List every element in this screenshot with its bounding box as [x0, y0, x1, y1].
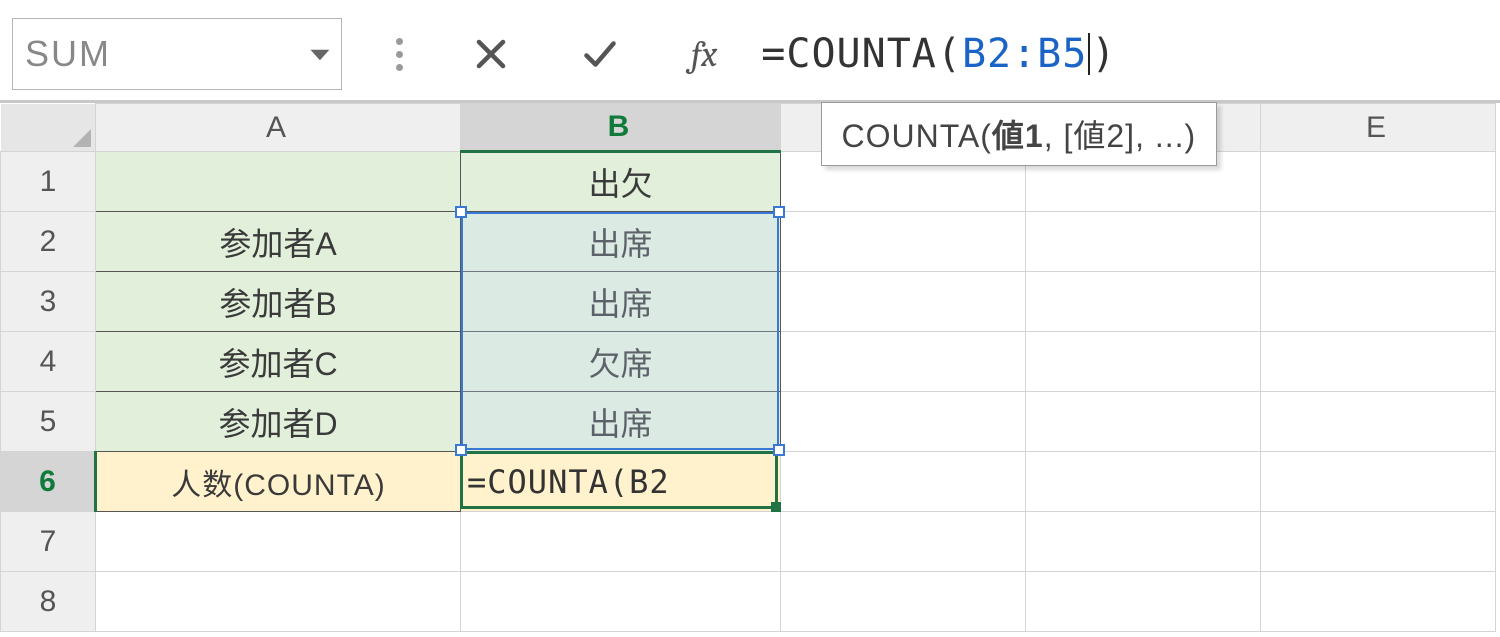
- function-argument-tooltip[interactable]: COUNTA(値1, [値2], ...): [821, 102, 1218, 166]
- row-header-2[interactable]: 2: [1, 212, 96, 272]
- table-row: 5 参加者D 出席: [1, 392, 1496, 452]
- formula-bar-buttons: fx: [366, 18, 717, 90]
- cell-A2[interactable]: 参加者A: [96, 212, 461, 272]
- column-header-A[interactable]: A: [96, 104, 461, 152]
- cell-D2[interactable]: [1026, 212, 1261, 272]
- cell-B5[interactable]: 出席: [461, 392, 781, 452]
- selection-handle[interactable]: [455, 206, 467, 218]
- tooltip-current-arg[interactable]: 値1: [992, 118, 1044, 154]
- cell-E4[interactable]: [1261, 332, 1496, 392]
- cell-E1[interactable]: [1261, 152, 1496, 212]
- chevron-down-icon[interactable]: ▼: [304, 44, 336, 65]
- cell-D6[interactable]: [1026, 452, 1261, 512]
- cell-C5[interactable]: [781, 392, 1026, 452]
- cell-D3[interactable]: [1026, 272, 1261, 332]
- cell-E7[interactable]: [1261, 512, 1496, 572]
- cell-E6[interactable]: [1261, 452, 1496, 512]
- row-header-3[interactable]: 3: [1, 272, 96, 332]
- cancel-icon[interactable]: [473, 36, 509, 72]
- row-header-1[interactable]: 1: [1, 152, 96, 212]
- cell-E5[interactable]: [1261, 392, 1496, 452]
- cell-A7[interactable]: [96, 512, 461, 572]
- selection-handle[interactable]: [773, 444, 785, 456]
- cell-D5[interactable]: [1026, 392, 1261, 452]
- cell-C2[interactable]: [781, 212, 1026, 272]
- formula-range-ref: B2:B5: [962, 31, 1087, 77]
- cell-B1[interactable]: 出欠: [461, 152, 781, 212]
- enter-icon[interactable]: [579, 36, 621, 72]
- row-header-8[interactable]: 8: [1, 572, 96, 632]
- table-row: 2 参加者A 出席: [1, 212, 1496, 272]
- cell-C6[interactable]: [781, 452, 1026, 512]
- cell-B2[interactable]: 出席: [461, 212, 781, 272]
- table-row: 4 参加者C 欠席: [1, 332, 1496, 392]
- cell-E2[interactable]: [1261, 212, 1496, 272]
- row-header-4[interactable]: 4: [1, 332, 96, 392]
- cell-C8[interactable]: [781, 572, 1026, 632]
- formula-bar-row: SUM ▼ fx =COUNTA(B2:B5): [0, 0, 1500, 90]
- cell-B4[interactable]: 欠席: [461, 332, 781, 392]
- expand-formula-bar-icon[interactable]: [396, 38, 403, 71]
- formula-suffix: ): [1091, 31, 1116, 77]
- row-header-7[interactable]: 7: [1, 512, 96, 572]
- cell-D8[interactable]: [1026, 572, 1261, 632]
- cell-A8[interactable]: [96, 572, 461, 632]
- column-header-row: A B C D E: [1, 104, 1496, 152]
- insert-function-icon[interactable]: fx: [691, 34, 717, 75]
- column-header-E[interactable]: E: [1261, 104, 1496, 152]
- cell-A4[interactable]: 参加者C: [96, 332, 461, 392]
- select-all-corner[interactable]: [1, 104, 96, 152]
- name-box-value: SUM: [25, 33, 311, 75]
- row-header-6[interactable]: 6: [1, 452, 96, 512]
- table-row: 3 参加者B 出席: [1, 272, 1496, 332]
- selection-handle[interactable]: [773, 206, 785, 218]
- formula-bar-input[interactable]: =COUNTA(B2:B5): [761, 18, 1488, 90]
- cell-E3[interactable]: [1261, 272, 1496, 332]
- text-cursor: [1088, 33, 1090, 75]
- cell-D4[interactable]: [1026, 332, 1261, 392]
- cell-B6[interactable]: =COUNTA(B2: [461, 452, 781, 512]
- formula-prefix: =COUNTA(: [761, 31, 962, 77]
- name-box[interactable]: SUM ▼: [12, 18, 342, 90]
- cell-A1[interactable]: [96, 152, 461, 212]
- cell-A3[interactable]: 参加者B: [96, 272, 461, 332]
- cell-E8[interactable]: [1261, 572, 1496, 632]
- table-row: 7: [1, 512, 1496, 572]
- cell-A6[interactable]: 人数(COUNTA): [96, 452, 461, 512]
- cell-C4[interactable]: [781, 332, 1026, 392]
- cell-D7[interactable]: [1026, 512, 1261, 572]
- selection-handle[interactable]: [455, 444, 467, 456]
- tooltip-func-name: COUNTA(: [842, 118, 992, 154]
- table-row: 6 人数(COUNTA) =COUNTA(B2: [1, 452, 1496, 512]
- cell-C7[interactable]: [781, 512, 1026, 572]
- table-row: 1 出欠: [1, 152, 1496, 212]
- spreadsheet-grid[interactable]: A B C D E 1 出欠 2 参加者A 出席 3 参加者B 出席: [0, 103, 1500, 632]
- cell-B3[interactable]: 出席: [461, 272, 781, 332]
- tooltip-rest-args: , [値2], ...): [1044, 118, 1196, 154]
- cell-A5[interactable]: 参加者D: [96, 392, 461, 452]
- cell-C3[interactable]: [781, 272, 1026, 332]
- cell-B7[interactable]: [461, 512, 781, 572]
- row-header-5[interactable]: 5: [1, 392, 96, 452]
- column-header-B[interactable]: B: [461, 104, 781, 152]
- cell-B8[interactable]: [461, 572, 781, 632]
- table-row: 8: [1, 572, 1496, 632]
